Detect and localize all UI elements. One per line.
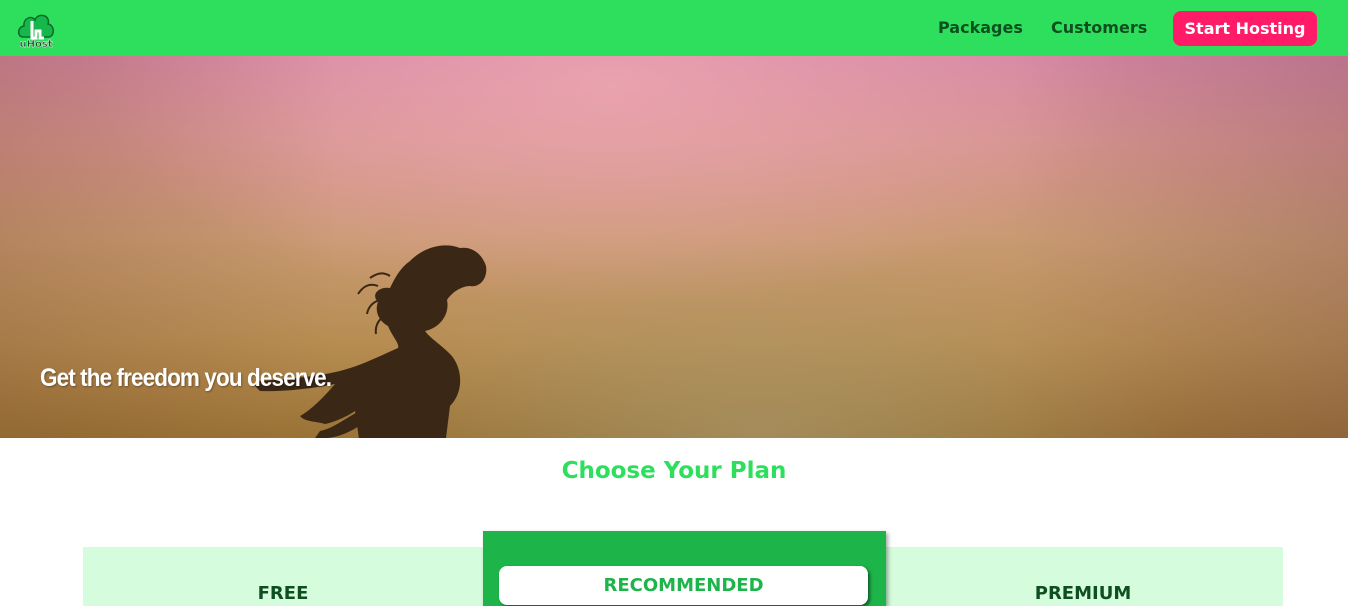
main-header: uHost Packages Customers Start Hosting (0, 0, 1348, 56)
start-hosting-button[interactable]: Start Hosting (1173, 11, 1317, 46)
logo-wordmark: uHost (19, 39, 52, 49)
nav-link-packages[interactable]: Packages (938, 18, 1023, 37)
hero-banner: Get the freedom you deserve. (0, 56, 1348, 438)
hero-tagline: Get the freedom you deserve. (40, 364, 332, 392)
plan-title-free: FREE (257, 583, 309, 604)
plan-title-premium: PREMIUM (1034, 583, 1132, 604)
section-title: Choose Your Plan (561, 458, 787, 484)
cloud-logo-icon: uHost (17, 14, 54, 50)
nav-link-customers[interactable]: Customers (1051, 18, 1147, 37)
uhost-logo[interactable]: uHost (15, 7, 57, 50)
dancer-silhouette-image (255, 245, 487, 438)
recommended-badge: RECOMMENDED (499, 566, 868, 605)
